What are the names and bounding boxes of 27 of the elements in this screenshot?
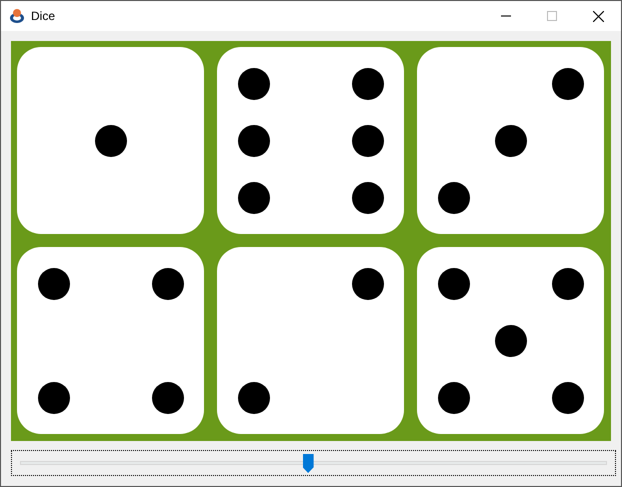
pip — [352, 124, 384, 156]
pip — [152, 268, 184, 300]
pip — [38, 268, 70, 300]
pip — [238, 124, 270, 156]
slider-thumb[interactable] — [302, 454, 314, 473]
pip — [494, 124, 526, 156]
pip — [552, 382, 584, 414]
pip — [552, 268, 584, 300]
pip — [94, 124, 126, 156]
pip — [352, 268, 384, 300]
close-icon — [592, 10, 604, 22]
pip — [352, 182, 384, 214]
window-title: Dice — [31, 8, 56, 25]
pip — [238, 382, 270, 414]
pip — [552, 68, 584, 100]
pip — [152, 382, 184, 414]
pip — [238, 68, 270, 100]
app-icon — [9, 8, 25, 24]
pip — [238, 182, 270, 214]
pip — [352, 68, 384, 100]
pip — [438, 268, 470, 300]
pip — [494, 324, 526, 356]
slider[interactable] — [11, 450, 616, 476]
pip — [438, 382, 470, 414]
maximize-icon — [547, 11, 557, 21]
pip — [38, 382, 70, 414]
pip — [438, 182, 470, 214]
